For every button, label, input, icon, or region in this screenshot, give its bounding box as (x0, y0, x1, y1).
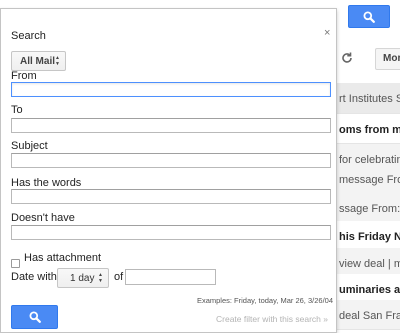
doesnt-have-label: Doesn't have (11, 212, 75, 224)
search-scope-select[interactable]: All Mail ▲ ▼ (11, 51, 66, 71)
search-scope-label: Search (11, 30, 46, 42)
to-field[interactable] (11, 118, 331, 133)
email-row[interactable]: ssage From: Elen (337, 193, 400, 223)
search-icon (29, 311, 41, 323)
doesnt-have-field[interactable] (11, 225, 331, 240)
date-field[interactable] (125, 269, 216, 285)
search-scope-value: All Mail (20, 55, 56, 67)
date-within-select[interactable]: 1 day ▲ ▼ (57, 268, 109, 288)
refresh-icon[interactable] (337, 48, 357, 68)
to-label: To (11, 104, 23, 116)
more-button[interactable]: More (375, 48, 400, 70)
has-attachment-label: Has attachment (24, 252, 102, 264)
from-field[interactable] (11, 82, 331, 97)
email-row[interactable]: oms from my fav (337, 114, 400, 144)
date-examples-hint: Examples: Friday, today, Mar 26, 3/26/04 (196, 296, 333, 305)
email-row[interactable]: deal San Francisc (337, 300, 400, 330)
top-search-button[interactable] (348, 5, 390, 28)
search-icon (363, 11, 375, 23)
from-label: From (11, 70, 37, 82)
email-row[interactable]: message From: (337, 164, 400, 194)
select-arrows-icon: ▲ ▼ (55, 55, 60, 67)
subject-label: Subject (11, 140, 48, 152)
date-within-value: 1 day (70, 272, 95, 284)
create-filter-link[interactable]: Create filter with this search » (216, 314, 328, 324)
email-row[interactable]: his Friday Night (337, 221, 400, 251)
select-arrows-icon: ▲ ▼ (98, 272, 103, 284)
subject-field[interactable] (11, 153, 331, 168)
has-attachment-checkbox[interactable] (11, 259, 20, 268)
search-button[interactable] (11, 305, 58, 329)
close-icon[interactable]: × (324, 28, 330, 39)
has-words-field[interactable] (11, 189, 331, 204)
search-options-popup: Search × All Mail ▲ ▼ From To Subject Has… (0, 8, 337, 333)
of-label: of (114, 271, 124, 283)
has-words-label: Has the words (11, 177, 82, 189)
email-row[interactable]: rt Institutes Scho (337, 83, 400, 114)
